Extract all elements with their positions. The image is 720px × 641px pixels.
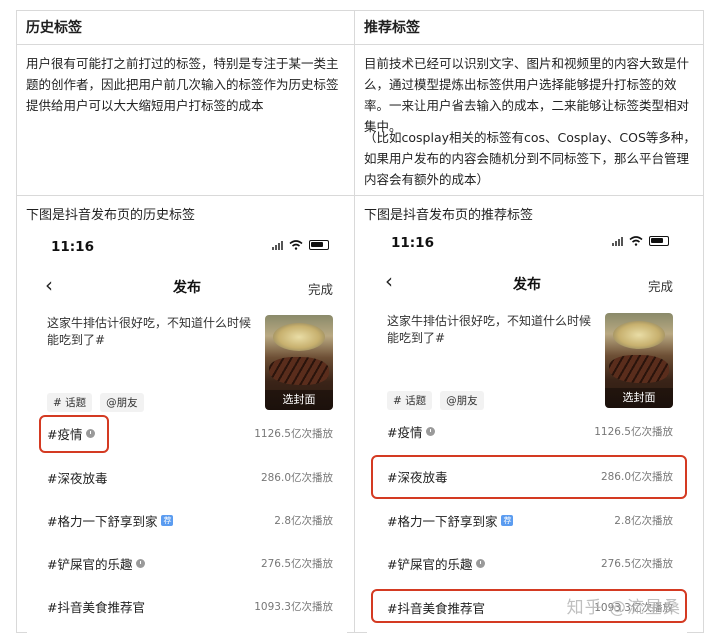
recommended-screenshot-title: 下图是抖音发布页的推荐标签 — [364, 208, 534, 223]
status-time: 11:16 — [51, 239, 94, 255]
phone-recommended-tags: 11:16 ‹ 发布 完成 这家牛排估计很好吃，不知道什么时候能吃到了# 选封面… — [367, 229, 687, 633]
tag-item[interactable]: #抖音美食推荐官 1093.3亿次播放 — [47, 595, 333, 617]
recommend-badge: 荐 — [161, 514, 174, 526]
tag-plays: 2.8亿次播放 — [274, 514, 333, 527]
tag-item[interactable]: #疫情 1126.5亿次播放 — [387, 420, 673, 442]
watermark: 知乎 @流星桑 — [566, 598, 681, 618]
tag-name: #铲屎官的乐趣 — [387, 554, 486, 573]
battery-icon — [309, 240, 329, 250]
history-clock-icon — [426, 426, 436, 436]
history-clock-icon — [476, 558, 486, 568]
food-plate-image — [273, 323, 325, 351]
history-tags-description: 用户很有可能打之前打过的标签，特别是专注于某一类主题的创作者，因此把用户前几次输… — [26, 56, 339, 113]
row-divider — [17, 195, 703, 196]
chip-row: # 话题 @朋友 — [47, 393, 144, 412]
tag-name: #疫情 — [387, 422, 436, 441]
tag-item[interactable]: #铲屎官的乐趣 276.5亿次播放 — [47, 552, 333, 574]
status-time: 11:16 — [391, 235, 434, 251]
topic-chip[interactable]: # 话题 — [387, 391, 433, 410]
tag-plays: 1126.5亿次播放 — [594, 425, 673, 438]
select-cover-button[interactable]: 选封面 — [605, 388, 673, 408]
history-screenshot-title: 下图是抖音发布页的历史标签 — [26, 208, 196, 223]
history-clock-icon — [136, 558, 146, 568]
tag-plays: 1093.3亿次播放 — [254, 600, 333, 613]
tag-item[interactable]: #铲屎官的乐趣 276.5亿次播放 — [387, 552, 673, 574]
page-title: 发布 — [513, 277, 541, 293]
signal-icon — [612, 236, 623, 246]
tag-name: #铲屎官的乐趣 — [47, 554, 146, 573]
recommended-tags-header: 推荐标签 — [364, 20, 420, 36]
tag-item[interactable]: #格力一下舒享到家荐 2.8亿次播放 — [47, 509, 333, 531]
steak-image — [609, 355, 669, 383]
comparison-table: 历史标签 推荐标签 用户很有可能打之前打过的标签，特别是专注于某一类主题的创作者… — [16, 10, 704, 633]
caption-input[interactable]: 这家牛排估计很好吃，不知道什么时候能吃到了# — [387, 313, 597, 347]
status-icons — [612, 236, 669, 246]
tag-name: #深夜放毒 — [47, 470, 108, 486]
status-icons — [272, 240, 329, 250]
topic-chip[interactable]: # 话题 — [47, 393, 93, 412]
wifi-icon — [629, 236, 643, 246]
phone-history-tags: 11:16 ‹ 发布 完成 这家牛排估计很好吃，不知道什么时候能吃到了# 选封面… — [27, 229, 347, 633]
food-plate-image — [613, 321, 665, 349]
tag-plays: 276.5亿次播放 — [600, 557, 673, 570]
signal-icon — [272, 240, 283, 250]
row-divider — [17, 44, 703, 45]
tag-name: #抖音美食推荐官 — [47, 599, 145, 615]
recommend-badge: 荐 — [501, 514, 514, 526]
caption-input[interactable]: 这家牛排估计很好吃，不知道什么时候能吃到了# — [47, 315, 257, 349]
battery-icon — [649, 236, 669, 246]
highlight-box — [371, 455, 687, 499]
done-button[interactable]: 完成 — [648, 276, 673, 295]
steak-image — [269, 357, 329, 385]
cover-thumbnail[interactable]: 选封面 — [605, 313, 673, 408]
tag-plays: 276.5亿次播放 — [260, 557, 333, 570]
tag-name: #格力一下舒享到家荐 — [47, 513, 174, 529]
done-button[interactable]: 完成 — [308, 279, 333, 298]
select-cover-button[interactable]: 选封面 — [265, 390, 333, 410]
tag-plays: 286.0亿次播放 — [260, 471, 333, 484]
mention-friend-chip[interactable]: @朋友 — [100, 393, 144, 412]
tag-plays: 1126.5亿次播放 — [254, 427, 333, 440]
highlight-box — [39, 415, 109, 453]
column-divider — [354, 11, 355, 632]
tag-item[interactable]: #深夜放毒 286.0亿次播放 — [47, 466, 333, 488]
recommended-tags-note: （比如cosplay相关的标签有cos、Cosplay、COS等多种，如果用户发… — [364, 130, 696, 187]
tag-plays: 2.8亿次播放 — [614, 514, 673, 527]
history-tags-header: 历史标签 — [26, 20, 82, 36]
tag-name: #格力一下舒享到家荐 — [387, 513, 514, 529]
chip-row: # 话题 @朋友 — [387, 391, 484, 410]
page-title: 发布 — [173, 280, 201, 296]
mention-friend-chip[interactable]: @朋友 — [440, 391, 484, 410]
cover-thumbnail[interactable]: 选封面 — [265, 315, 333, 410]
wifi-icon — [289, 240, 303, 250]
tag-item[interactable]: #格力一下舒享到家荐 2.8亿次播放 — [387, 509, 673, 531]
recommended-tags-description: 目前技术已经可以识别文字、图片和视频里的内容大致是什么，通过模型提炼出标签供用户… — [364, 56, 690, 134]
